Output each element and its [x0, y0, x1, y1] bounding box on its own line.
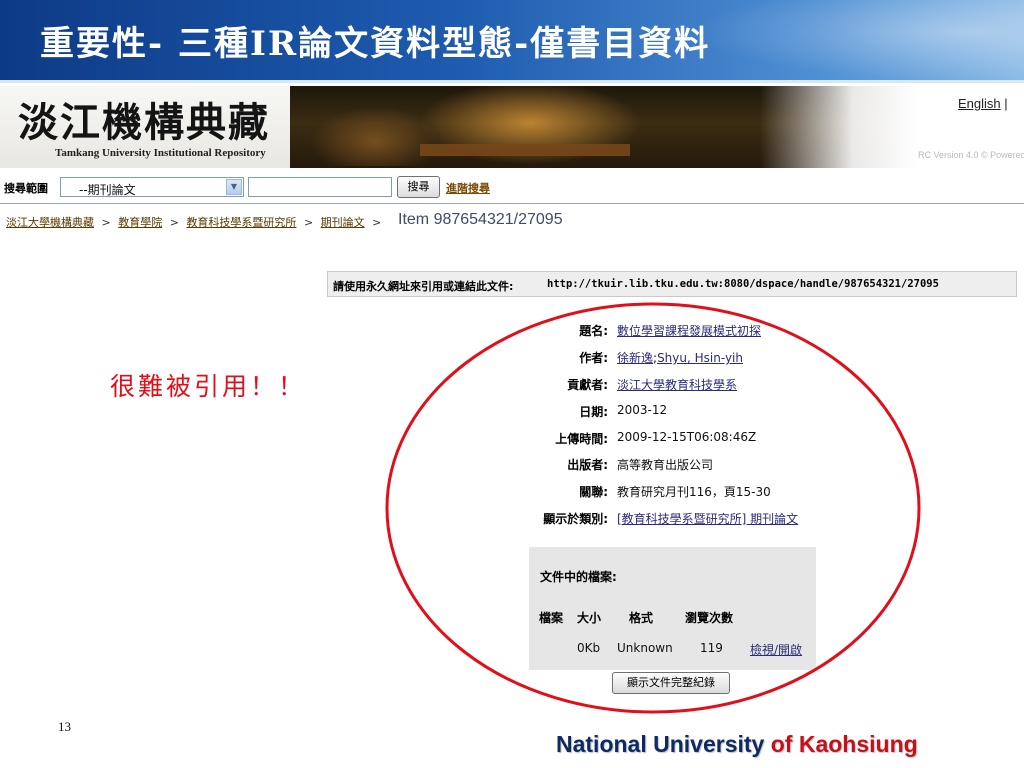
page-number: 13 — [58, 719, 71, 734]
language-links: English | — [958, 96, 1008, 111]
repository-logo-subtitle: Tamkang University Institutional Reposit… — [55, 147, 266, 159]
slide-title: 重要性- 三種IR論文資料型態-僅書目資料 — [40, 24, 711, 64]
search-bar: 搜尋範圍 --期刊論文 ▼ 搜尋 進階搜尋 — [0, 173, 1024, 204]
version-text: RC Version 4.0 © Powered — [918, 150, 1024, 160]
breadcrumb: 淡江大學機構典藏 > 教育學院 > 教育科技學系暨研究所 > 期刊論文 > — [6, 214, 385, 230]
repository-logo[interactable]: 淡江機構典藏 — [18, 90, 270, 148]
annotation-ellipse — [385, 302, 921, 714]
breadcrumb-separator: > — [101, 216, 111, 229]
title-gloss — [694, 0, 1024, 80]
search-input[interactable] — [248, 177, 392, 197]
breadcrumb-item-repository[interactable]: 淡江大學機構典藏 — [6, 216, 94, 229]
english-link[interactable]: English — [958, 96, 1001, 111]
repository-banner: 淡江機構典藏 Tamkang University Institutional … — [0, 86, 1024, 168]
search-button[interactable]: 搜尋 — [397, 176, 440, 198]
footer-brand-main: National University — [556, 731, 771, 757]
annotation-note: 很難被引用！！ — [110, 372, 307, 401]
search-scope-label: 搜尋範圍 — [4, 182, 48, 195]
footer-brand-accent: of Kaohsiung — [770, 731, 918, 757]
breadcrumb-item-collection[interactable]: 期刊論文 — [321, 216, 365, 229]
breadcrumb-separator: > — [372, 216, 382, 229]
permalink-url[interactable]: http://tkuir.lib.tku.edu.tw:8080/dspace/… — [547, 278, 939, 290]
breadcrumb-separator: > — [169, 216, 179, 229]
annotation-ellipse-stroke — [385, 302, 921, 714]
item-id: Item 987654321/27095 — [398, 211, 563, 228]
logo-area: 淡江機構典藏 Tamkang University Institutional … — [0, 86, 290, 168]
permalink-box: 請使用永久網址來引用或連結此文件: http://tkuir.lib.tku.e… — [327, 271, 1017, 297]
search-scope-select[interactable]: --期刊論文 ▼ — [60, 177, 244, 197]
footer-brand: National University of Kaohsiung — [556, 731, 918, 758]
photo-counter — [420, 144, 630, 156]
chevron-down-icon[interactable]: ▼ — [226, 179, 242, 195]
search-scope-value: --期刊論文 — [79, 183, 136, 197]
advanced-search-link[interactable]: 進階搜尋 — [446, 180, 490, 196]
breadcrumb-item-college[interactable]: 教育學院 — [118, 216, 162, 229]
permalink-label: 請使用永久網址來引用或連結此文件: — [333, 280, 514, 293]
breadcrumb-separator: > — [303, 216, 314, 229]
slide-title-bar: 重要性- 三種IR論文資料型態-僅書目資料 — [0, 0, 1024, 80]
language-separator: | — [1004, 96, 1008, 111]
title-divider — [0, 80, 1024, 83]
breadcrumb-item-department[interactable]: 教育科技學系暨研究所 — [186, 216, 296, 229]
